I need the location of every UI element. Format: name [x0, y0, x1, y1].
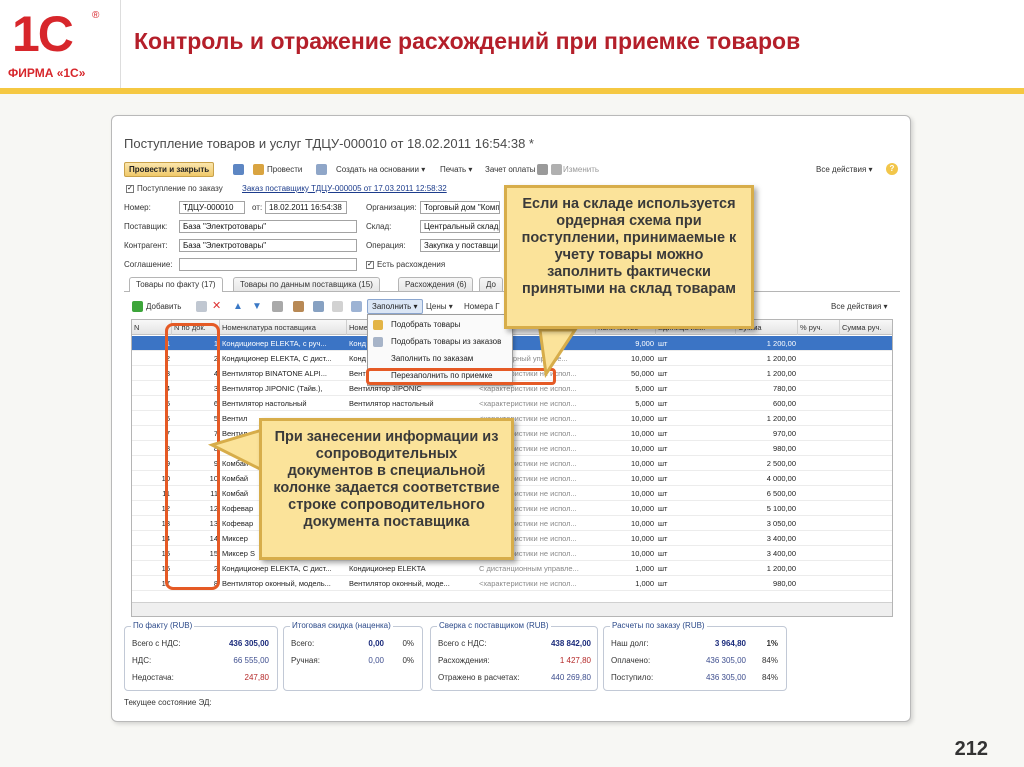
left-callout-pointer — [207, 427, 264, 473]
slide: 1С ® ФИРМА «1С» Контроль и отражение рас… — [0, 0, 1024, 767]
top-callout: Если на складе используется ордерная схе… — [504, 185, 754, 329]
left-callout: При занесении информации из сопроводител… — [259, 418, 514, 560]
top-callout-pointer — [538, 328, 578, 379]
callout-pointers — [207, 328, 578, 473]
